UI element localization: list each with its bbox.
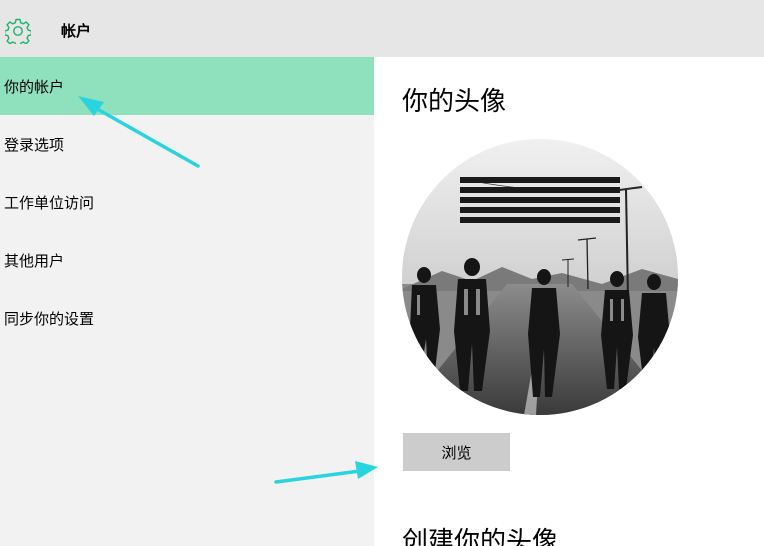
sidebar-item-label: 同步你的设置 [4,310,95,328]
sidebar-item-label: 其他用户 [4,252,65,270]
title-bar: 帐户 [0,0,764,57]
main-content: 你的头像 浏览 创建你的头像 [374,57,764,546]
sidebar-item-label: 你的帐户 [4,78,65,96]
sidebar-item-sync-settings[interactable]: 同步你的设置 [0,289,374,347]
sidebar-item-your-account[interactable]: 你的帐户 [0,57,374,115]
avatar-heading: 你的头像 [402,87,507,117]
sidebar: 你的帐户 登录选项 工作单位访问 其他用户 同步你的设置 [0,57,374,546]
create-avatar-heading: 创建你的头像 [402,527,559,546]
sidebar-item-sign-in-options[interactable]: 登录选项 [0,115,374,173]
settings-window: 帐户 你的帐户 登录选项 工作单位访问 其他用户 同步你的设置 你的头像 浏览 … [0,0,764,546]
sidebar-item-other-users[interactable]: 其他用户 [0,231,374,289]
sidebar-item-work-access[interactable]: 工作单位访问 [0,173,374,231]
avatar-image [402,139,678,415]
gear-icon [5,18,31,44]
sidebar-item-label: 工作单位访问 [4,194,95,212]
page-title: 帐户 [61,22,92,40]
sidebar-item-label: 登录选项 [4,136,65,154]
browse-button[interactable]: 浏览 [403,433,510,471]
